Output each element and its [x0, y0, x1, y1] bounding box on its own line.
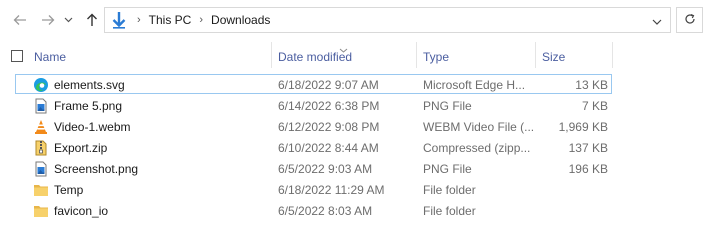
column-divider[interactable] — [535, 42, 536, 68]
refresh-icon — [684, 13, 696, 28]
breadcrumb-downloads[interactable]: Downloads — [211, 13, 270, 27]
file-name[interactable]: favicon_io — [54, 200, 264, 221]
file-row[interactable]: Temp 6/18/2022 11:29 AM File folder — [0, 179, 712, 200]
file-name[interactable]: Frame 5.png — [54, 95, 264, 116]
arrow-up-icon[interactable] — [82, 10, 102, 30]
column-divider[interactable] — [612, 42, 613, 68]
file-type: File folder — [423, 182, 476, 197]
edge-icon — [33, 77, 49, 93]
file-date: 6/5/2022 8:03 AM — [278, 203, 373, 218]
folder-icon — [33, 203, 49, 219]
file-size: 13 KB — [575, 77, 608, 92]
address-bar[interactable]: › This PC › Downloads — [104, 7, 671, 33]
file-type: Microsoft Edge H... — [423, 77, 526, 92]
file-row[interactable]: favicon_io 6/5/2022 8:03 AM File folder — [0, 200, 712, 221]
file-row[interactable]: Video-1.webm 6/12/2022 9:08 PM WEBM Vide… — [0, 116, 712, 137]
refresh-button[interactable] — [676, 7, 703, 33]
navigation-bar: › This PC › Downloads — [0, 0, 712, 42]
file-row[interactable]: Frame 5.png 6/14/2022 6:38 PM PNG File 7… — [0, 95, 712, 116]
folder-icon — [33, 182, 49, 198]
file-row[interactable]: Export.zip 6/10/2022 8:44 AM Compressed … — [0, 137, 712, 158]
column-name[interactable]: Name — [34, 42, 66, 72]
column-divider[interactable] — [416, 42, 417, 68]
column-type[interactable]: Type — [423, 42, 449, 72]
file-name[interactable]: elements.svg — [54, 74, 264, 95]
file-date: 6/12/2022 9:08 PM — [278, 119, 380, 134]
file-name[interactable]: Export.zip — [54, 137, 264, 158]
file-type: PNG File — [423, 161, 472, 176]
chevron-down-icon[interactable] — [62, 10, 74, 30]
image-file-icon — [33, 161, 49, 177]
file-list: elements.svg 6/18/2022 9:07 AM Microsoft… — [0, 74, 712, 221]
file-type: File folder — [423, 203, 476, 218]
download-icon — [109, 10, 129, 30]
vlc-icon — [33, 119, 49, 135]
file-name[interactable]: Temp — [54, 179, 264, 200]
file-size — [540, 179, 608, 200]
file-date: 6/14/2022 6:38 PM — [278, 98, 380, 113]
breadcrumb-this-pc[interactable]: This PC — [149, 13, 192, 27]
file-date: 6/10/2022 8:44 AM — [278, 140, 379, 155]
file-date: 6/5/2022 9:03 AM — [278, 161, 373, 176]
file-date: 6/18/2022 11:29 AM — [278, 182, 385, 197]
file-row[interactable]: elements.svg 6/18/2022 9:07 AM Microsoft… — [0, 74, 712, 95]
column-size[interactable]: Size — [542, 42, 565, 72]
file-name[interactable]: Video-1.webm — [54, 116, 264, 137]
file-size: 196 KB — [568, 161, 608, 176]
file-name[interactable]: Screenshot.png — [54, 158, 264, 179]
arrow-right-icon[interactable] — [38, 10, 58, 30]
file-date: 6/18/2022 9:07 AM — [278, 77, 379, 92]
file-type: PNG File — [423, 98, 472, 113]
file-size: 7 KB — [581, 98, 608, 113]
breadcrumb-separator: › — [199, 14, 204, 26]
sort-descending-icon — [339, 42, 348, 56]
file-row[interactable]: Screenshot.png 6/5/2022 9:03 AM PNG File… — [0, 158, 712, 179]
zip-icon — [33, 140, 49, 156]
arrow-left-icon[interactable] — [10, 10, 30, 30]
breadcrumb-separator: › — [137, 14, 141, 26]
file-size: 1,969 KB — [558, 119, 608, 134]
file-type: Compressed (zipp... — [423, 140, 531, 155]
file-size — [540, 200, 608, 221]
column-header: Name Date modified Type Size — [0, 42, 712, 72]
file-size: 137 KB — [568, 140, 608, 155]
image-file-icon — [33, 98, 49, 114]
address-dropdown-icon[interactable] — [652, 14, 662, 28]
file-type: WEBM Video File (... — [423, 119, 533, 134]
column-divider[interactable] — [271, 42, 272, 68]
